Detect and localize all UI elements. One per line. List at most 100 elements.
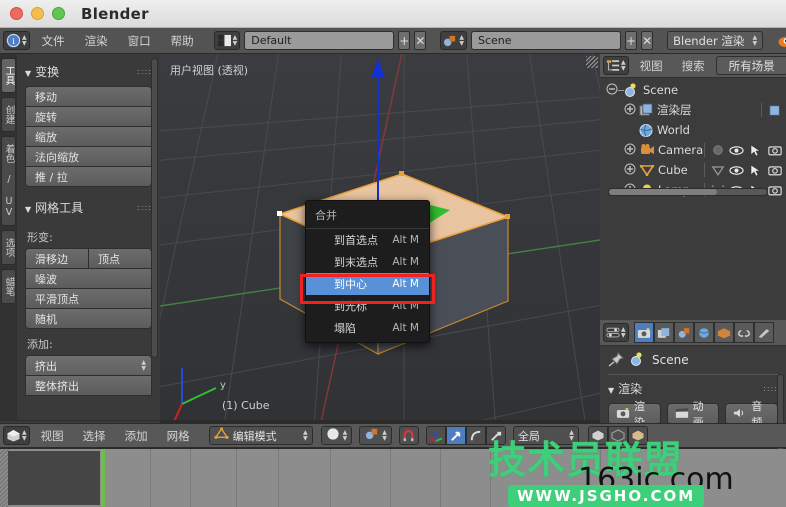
snap-magnet-icon[interactable] xyxy=(398,426,419,445)
properties-tab-world[interactable] xyxy=(693,322,714,343)
timeline-playhead[interactable] xyxy=(101,449,105,507)
selectability-cursor-icon-camera[interactable] xyxy=(746,141,765,160)
menu-help[interactable]: 帮助 xyxy=(163,31,202,51)
menu-item-collapse[interactable]: 塌陷 Alt M xyxy=(306,317,429,339)
render-layers-data-icon[interactable] xyxy=(765,101,784,120)
outliner-menu-view[interactable]: 视图 xyxy=(632,56,671,76)
menu-render[interactable]: 渲染 xyxy=(77,31,116,51)
outliner-display-mode-dropdown[interactable]: 所有场景 xyxy=(715,56,786,75)
x-ray-icon[interactable] xyxy=(627,426,648,445)
menu-item-merge-at-last[interactable]: 到末选点 Alt M xyxy=(306,251,429,273)
rotate-manipulator-icon[interactable] xyxy=(465,426,486,445)
delete-scene-button[interactable]: ✕ xyxy=(641,31,654,50)
expander-plus-icon[interactable] xyxy=(624,103,636,118)
tool-button-rotate[interactable]: 旋转 xyxy=(25,106,152,127)
render-image-button[interactable]: 渲染 xyxy=(608,400,661,429)
manipulator-enable-icon[interactable] xyxy=(425,426,446,445)
add-scene-button[interactable]: + xyxy=(625,31,638,50)
render-engine-dropdown[interactable]: Blender 渲染 ▲ ▼ xyxy=(667,31,764,50)
properties-editor-type-selector[interactable]: ▲ ▼ xyxy=(603,323,629,342)
menu-item-merge-at-first[interactable]: 到首选点 Alt M xyxy=(306,229,429,251)
scene-name-field[interactable]: Scene xyxy=(471,31,621,50)
maximize-window-button[interactable] xyxy=(52,7,65,20)
tool-button-extrude-region[interactable]: 整体挤出 xyxy=(25,375,152,396)
tab-tools[interactable]: 工具 xyxy=(1,58,16,93)
close-window-button[interactable] xyxy=(10,7,23,20)
viewport-menu-mesh[interactable]: 网格 xyxy=(159,426,198,446)
outliner-row-cube[interactable]: Cube xyxy=(602,160,786,180)
tool-button-shrink-fatten[interactable]: 法向缩放 xyxy=(25,146,152,167)
delete-screen-layout-button[interactable]: ✕ xyxy=(414,31,427,50)
viewport-menu-view[interactable]: 视图 xyxy=(33,426,72,446)
screen-layout-selector[interactable]: ▲ ▼ xyxy=(213,31,241,50)
tool-button-push-pull[interactable]: 推 / 拉 xyxy=(25,166,152,187)
info-editor-type-selector[interactable]: i ▲ ▼ xyxy=(3,31,30,50)
scale-manipulator-icon[interactable] xyxy=(485,426,506,445)
tool-button-vertex-slide[interactable]: 顶点 xyxy=(88,249,151,268)
outliner-row-world[interactable]: World xyxy=(602,120,786,140)
pivot-point-dropdown[interactable]: ▲ ▼ xyxy=(359,426,392,445)
tab-shading-uv[interactable]: 着色 / UV xyxy=(1,136,16,226)
properties-tab-scene[interactable] xyxy=(673,322,694,343)
visibility-eye-icon-cube[interactable] xyxy=(727,161,746,180)
tool-button-smooth-vertex[interactable]: 平滑顶点 xyxy=(25,288,152,309)
add-screen-layout-button[interactable]: + xyxy=(398,31,411,50)
menu-window[interactable]: 窗口 xyxy=(120,31,159,51)
viewport-editor-type-selector[interactable]: ▲ ▼ xyxy=(3,426,30,445)
panel-header-render[interactable]: ▼ 渲染 :::: xyxy=(608,380,778,397)
tab-options[interactable]: 选项 xyxy=(1,230,16,265)
tab-create[interactable]: 创建 xyxy=(1,97,16,132)
renderability-camera-icon[interactable] xyxy=(765,141,784,160)
tab-grease-pencil[interactable]: 蜡笔 xyxy=(1,269,16,304)
properties-tab-constraints[interactable] xyxy=(733,322,754,343)
outliner-horizontal-scrollbar[interactable] xyxy=(608,188,768,196)
properties-tab-render-layers[interactable] xyxy=(653,322,674,343)
timeline-editor[interactable] xyxy=(0,449,786,507)
tool-dropdown-extrude[interactable]: 挤出 ▲ ▼ xyxy=(25,355,152,376)
tool-button-edge-slide[interactable]: 滑移边 xyxy=(26,249,88,268)
selectability-cursor-icon-cube[interactable] xyxy=(746,161,765,180)
viewport-menu-select[interactable]: 选择 xyxy=(75,426,114,446)
outliner-row-scene[interactable]: Scene xyxy=(602,80,786,100)
panel-header-mesh-tools[interactable]: ▼ 网格工具 :::: xyxy=(25,195,152,222)
panel-header-transform[interactable]: ▼ 变换 :::: xyxy=(25,59,152,86)
renderability-camera-icon-cube[interactable] xyxy=(765,161,784,180)
translate-manipulator-icon[interactable] xyxy=(445,426,466,445)
outliner-editor-type-selector[interactable]: ▲ ▼ xyxy=(603,56,629,75)
menu-item-merge-at-center[interactable]: 到中心 Alt M xyxy=(306,273,429,295)
screen-layout-field[interactable]: Default xyxy=(244,31,395,50)
tool-shelf-scrollbar[interactable] xyxy=(151,58,158,358)
limit-selection-icon[interactable] xyxy=(587,426,608,445)
tool-button-edge-slide-row: 滑移边 顶点 xyxy=(25,248,152,269)
transform-orientation-dropdown[interactable]: 全局 ▲ ▼ xyxy=(512,426,579,445)
expander-minus-icon[interactable] xyxy=(606,83,618,98)
outliner-row-camera[interactable]: Camera xyxy=(602,140,786,160)
merge-context-menu[interactable]: 合并 到首选点 Alt M 到末选点 Alt M 到中心 Alt M 到光标 A… xyxy=(305,200,430,343)
viewport-menu-add[interactable]: 添加 xyxy=(117,426,156,446)
tool-button-scale[interactable]: 缩放 xyxy=(25,126,152,147)
tool-button-move[interactable]: 移动 xyxy=(25,86,152,107)
render-audio-button[interactable]: 音频 xyxy=(725,400,779,429)
outliner-menu-search[interactable]: 搜索 xyxy=(674,56,713,76)
render-animation-button[interactable]: 动画 xyxy=(666,400,720,429)
tool-button-noise[interactable]: 噪波 xyxy=(25,268,152,289)
mesh-data-icon[interactable] xyxy=(708,161,727,180)
scene-selector[interactable]: ▲ ▼ xyxy=(440,31,467,50)
area-resize-corner-icon[interactable] xyxy=(586,56,598,68)
tool-button-randomize[interactable]: 随机 xyxy=(25,308,152,329)
camera-data-icon[interactable] xyxy=(708,141,727,160)
properties-tab-object[interactable] xyxy=(713,322,734,343)
visibility-eye-icon-camera[interactable] xyxy=(727,141,746,160)
expander-plus-icon-cube[interactable] xyxy=(624,163,636,178)
expander-plus-icon-camera[interactable] xyxy=(624,143,636,158)
menu-item-merge-at-cursor[interactable]: 到光标 Alt M xyxy=(306,295,429,317)
pin-icon[interactable] xyxy=(608,352,624,367)
menu-file[interactable]: 文件 xyxy=(34,31,73,51)
minimize-window-button[interactable] xyxy=(31,7,44,20)
viewport-shading-dropdown[interactable]: ▲ ▼ xyxy=(320,426,353,445)
interaction-mode-dropdown[interactable]: 编辑模式 ▲ ▼ xyxy=(208,426,313,445)
properties-tab-modifiers[interactable] xyxy=(753,322,774,343)
properties-tab-render[interactable] xyxy=(633,322,654,343)
occlude-geometry-icon[interactable] xyxy=(607,426,628,445)
outliner-row-render-layers[interactable]: 渲染层 xyxy=(602,100,786,120)
